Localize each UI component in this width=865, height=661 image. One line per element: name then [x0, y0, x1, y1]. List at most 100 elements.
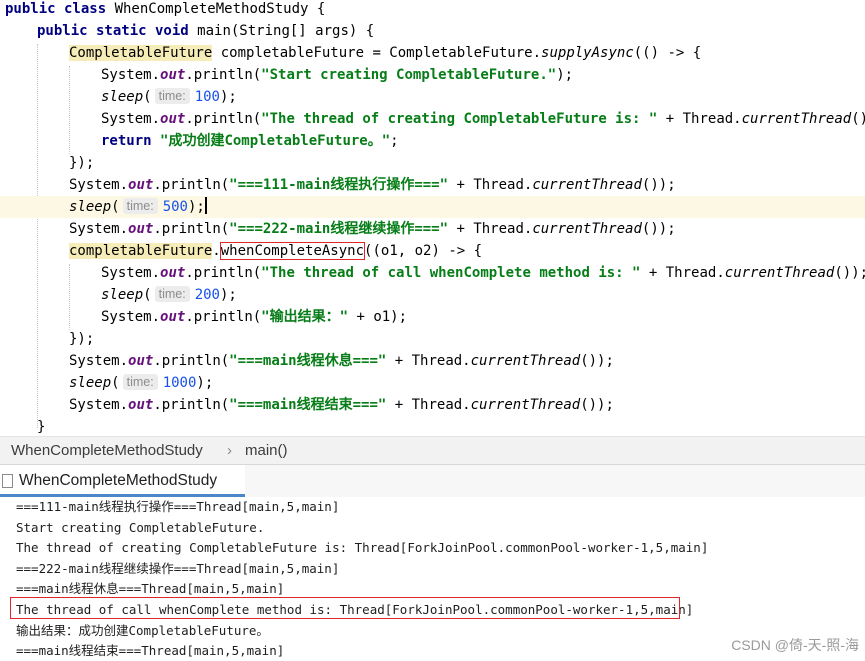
code-token: currentThread	[724, 265, 835, 281]
code-line[interactable]: });	[0, 152, 865, 174]
code-line[interactable]: System.out.println("===main线程休息===" + Th…	[0, 350, 865, 372]
code-line[interactable]: sleep(time: 100);	[0, 86, 865, 108]
code-token: out	[128, 177, 154, 193]
code-line-text: });	[69, 328, 94, 350]
code-token: System.	[69, 221, 129, 237]
code-token: .println(	[153, 353, 230, 369]
code-line[interactable]: public static void main(String[] args) {	[0, 20, 865, 42]
code-line[interactable]: public class WhenCompleteMethodStudy {	[0, 0, 865, 20]
code-line-text: sleep(time: 100);	[101, 86, 237, 108]
code-token: "===222-main线程继续操作==="	[229, 221, 449, 237]
run-tab-label: WhenCompleteMethodStudy	[19, 472, 218, 489]
parameter-hint: time:	[122, 198, 158, 214]
code-line-text: return "成功创建CompletableFuture。";	[101, 130, 399, 152]
text-caret	[204, 197, 207, 214]
code-token: System.	[101, 67, 161, 83]
console-line: ===111-main线程执行操作===Thread[main,5,main]	[16, 499, 340, 514]
code-token: "输出结果："	[261, 309, 349, 325]
code-line[interactable]: sleep(time: 500);	[0, 196, 865, 218]
code-line[interactable]: completableFuture.whenCompleteAsync((o1,…	[0, 240, 865, 262]
code-token: .println(	[153, 397, 230, 413]
console-line: ===main线程休息===Thread[main,5,main]	[16, 581, 285, 596]
code-editor[interactable]: public class WhenCompleteMethodStudy {pu…	[0, 0, 865, 436]
breadcrumb-class[interactable]: WhenCompleteMethodStudy	[11, 442, 203, 459]
code-token: (	[143, 287, 152, 303]
code-token: sleep	[101, 287, 144, 303]
code-token: System.	[69, 353, 129, 369]
console-line: Start creating CompletableFuture.	[16, 520, 265, 535]
code-line[interactable]: System.out.println("Start creating Compl…	[0, 64, 865, 86]
code-token: (() -> {	[633, 45, 702, 61]
code-token: + Thread.	[657, 111, 742, 127]
code-token: public static void	[37, 23, 198, 39]
code-token: });	[69, 155, 95, 171]
code-token: + Thread.	[448, 177, 533, 193]
code-line[interactable]: sleep(time: 200);	[0, 284, 865, 306]
code-token: );	[219, 287, 237, 303]
code-line[interactable]: }	[0, 416, 865, 436]
code-token: ());	[851, 111, 865, 127]
code-token: (	[111, 199, 120, 215]
code-token: + Thread.	[640, 265, 725, 281]
code-token: CompletableFuture	[69, 45, 213, 61]
code-token: .	[212, 243, 221, 259]
code-line[interactable]: System.out.println("===222-main线程继续操作===…	[0, 218, 865, 240]
code-line-text: System.out.println("===main线程休息===" + Th…	[69, 350, 614, 372]
code-token: currentThread	[741, 111, 852, 127]
code-token: System.	[101, 111, 161, 127]
code-line[interactable]: System.out.println("===main线程结束===" + Th…	[0, 394, 865, 416]
code-token: }	[37, 419, 46, 435]
code-token: );	[196, 375, 214, 391]
code-line[interactable]: System.out.println("The thread of call w…	[0, 262, 865, 284]
code-line-text: System.out.println("===111-main线程执行操作===…	[69, 174, 676, 196]
code-token: "===main线程休息==="	[229, 353, 387, 369]
code-token: (	[111, 375, 120, 391]
code-line-text: completableFuture.whenCompleteAsync((o1,…	[69, 240, 482, 262]
code-token: public class	[5, 1, 115, 17]
code-token: );	[187, 199, 205, 215]
code-token: + Thread.	[386, 353, 471, 369]
highlight-box	[10, 597, 680, 619]
code-token: "===111-main线程执行操作==="	[229, 177, 449, 193]
code-token: currentThread	[470, 353, 581, 369]
code-token: ;	[390, 133, 399, 149]
code-token: .println(	[153, 177, 230, 193]
console-line: The thread of creating CompletableFuture…	[16, 540, 709, 555]
code-token: + Thread.	[386, 397, 471, 413]
code-token: System.	[69, 177, 129, 193]
code-line[interactable]: System.out.println("输出结果：" + o1);	[0, 306, 865, 328]
code-token: completableFuture	[69, 243, 213, 259]
code-token: currentThread	[532, 221, 642, 237]
code-token: out	[128, 397, 154, 413]
code-token: sleep	[101, 89, 144, 105]
code-line[interactable]: sleep(time: 1000);	[0, 372, 865, 394]
code-line-text: System.out.println("Start creating Compl…	[101, 64, 573, 86]
code-line-text: }	[37, 416, 45, 436]
code-line[interactable]: CompletableFuture completableFuture = Co…	[0, 42, 865, 64]
parameter-hint: time:	[154, 88, 190, 104]
code-line[interactable]: System.out.println("The thread of creati…	[0, 108, 865, 130]
code-line-text: });	[69, 152, 94, 174]
code-line-text: System.out.println("===222-main线程继续操作===…	[69, 218, 676, 240]
console-line: ===222-main线程继续操作===Thread[main,5,main]	[16, 561, 340, 576]
code-token: "The thread of creating CompletableFutur…	[261, 111, 658, 127]
breadcrumb: WhenCompleteMethodStudy › main()	[0, 436, 865, 465]
breadcrumb-method[interactable]: main()	[245, 442, 288, 459]
console-line: ===main线程结束===Thread[main,5,main]	[16, 643, 285, 658]
code-token: sleep	[69, 199, 112, 215]
code-line[interactable]: System.out.println("===111-main线程执行操作===…	[0, 174, 865, 196]
code-token: .println(	[185, 67, 262, 83]
code-line-text: sleep(time: 1000);	[69, 372, 213, 394]
code-line[interactable]: });	[0, 328, 865, 350]
code-line-text: sleep(time: 200);	[101, 284, 237, 306]
code-token: out	[160, 67, 186, 83]
code-token: 1000	[162, 375, 197, 391]
parameter-hint: time:	[154, 286, 190, 302]
code-line[interactable]: return "成功创建CompletableFuture。";	[0, 130, 865, 152]
run-config-icon	[2, 474, 13, 488]
code-token: 200	[194, 287, 220, 303]
run-tab[interactable]: WhenCompleteMethodStudy	[0, 465, 245, 497]
code-line-text: System.out.println("The thread of call w…	[101, 262, 865, 284]
code-token: + Thread.	[448, 221, 533, 237]
code-token: System.	[69, 397, 129, 413]
